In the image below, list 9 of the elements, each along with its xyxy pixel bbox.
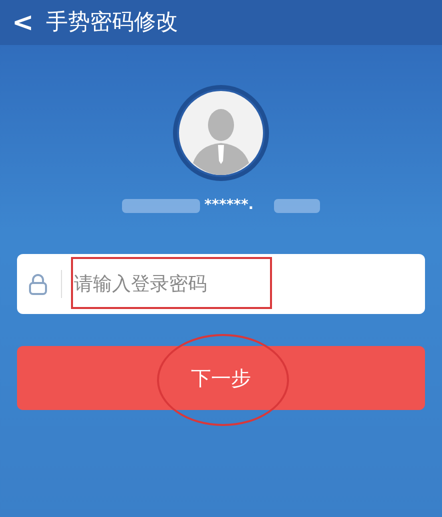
back-button[interactable]: < [12,10,34,36]
page-title: 手势密码修改 [46,9,178,37]
lock-icon [29,273,47,295]
password-field[interactable]: 请输入登录密码 [17,254,425,314]
next-button[interactable]: 下一步 [17,346,425,410]
password-input[interactable]: 请输入登录密码 [74,270,425,298]
person-icon [179,91,263,175]
masked-account: ******. [204,196,254,215]
blurred-name [274,198,320,212]
